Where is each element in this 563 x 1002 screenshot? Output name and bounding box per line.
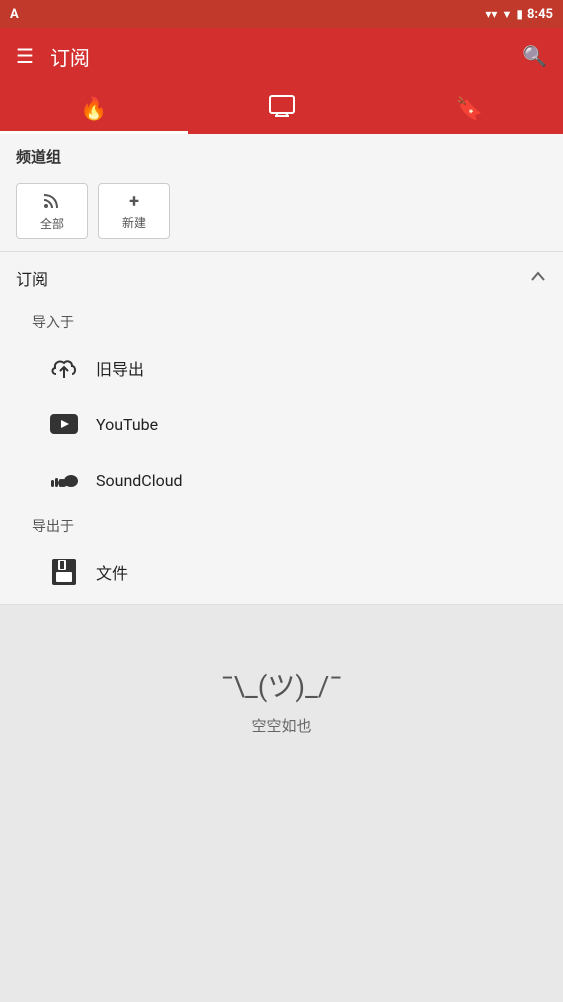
import-label: 导入于 (0, 304, 563, 340)
import-soundcloud-item[interactable]: SoundCloud (0, 452, 563, 508)
app-bar: ☰ 订阅 🔍 (0, 28, 563, 84)
content-area: 频道组 全部 + 新建 订阅 导入于 (0, 134, 563, 605)
tab-bar: 🔥 🔖 (0, 84, 563, 134)
battery-icon: ▮ (516, 7, 523, 21)
tab-tv[interactable] (188, 84, 376, 134)
import-old-export-item[interactable]: 旧导出 (0, 340, 563, 396)
menu-button[interactable]: ☰ (16, 44, 34, 68)
channel-group-new-button[interactable]: + 新建 (98, 183, 170, 239)
channel-group-row: 全部 + 新建 (0, 175, 563, 251)
empty-kaomoji: ¯\_(ツ)_/¯ (221, 665, 342, 705)
bookmark-icon: 🔖 (455, 97, 482, 122)
cloud-upload-icon (48, 352, 80, 384)
subscription-title: 订阅 (16, 266, 48, 290)
empty-state: ¯\_(ツ)_/¯ 空空如也 (0, 605, 563, 796)
subscription-section-header[interactable]: 订阅 (0, 252, 563, 304)
import-youtube-item[interactable]: YouTube (0, 396, 563, 452)
tab-fire[interactable]: 🔥 (0, 84, 188, 134)
tv-icon (269, 95, 295, 123)
file-label: 文件 (96, 560, 128, 584)
all-label: 全部 (40, 215, 64, 232)
app-title: 订阅 (50, 42, 506, 71)
soundcloud-label: SoundCloud (96, 471, 183, 490)
status-bar-right: ▾▾ ▼ ▮ 8:45 (485, 7, 553, 22)
signal-icon: ▼ (501, 8, 512, 21)
export-label: 导出于 (0, 508, 563, 544)
soundcloud-icon (48, 464, 80, 496)
status-bar-left: A (10, 7, 19, 22)
youtube-label: YouTube (96, 415, 158, 434)
search-button[interactable]: 🔍 (522, 44, 547, 68)
new-label: 新建 (122, 214, 146, 231)
wifi-icon: ▾▾ (485, 7, 497, 21)
channel-group-header: 频道组 (0, 134, 563, 175)
app-status-icon: A (10, 7, 19, 22)
tab-bookmark[interactable]: 🔖 (375, 84, 563, 134)
plus-icon: + (129, 191, 139, 212)
old-export-label: 旧导出 (96, 356, 144, 380)
export-file-item[interactable]: 文件 (0, 544, 563, 600)
rss-icon (43, 191, 61, 213)
chevron-up-icon (529, 267, 547, 290)
youtube-icon (48, 408, 80, 440)
channel-group-all-button[interactable]: 全部 (16, 183, 88, 239)
file-save-icon (48, 556, 80, 588)
status-bar: A ▾▾ ▼ ▮ 8:45 (0, 0, 563, 28)
status-time: 8:45 (527, 7, 553, 22)
fire-icon: 🔥 (80, 97, 107, 122)
empty-text: 空空如也 (251, 715, 311, 736)
